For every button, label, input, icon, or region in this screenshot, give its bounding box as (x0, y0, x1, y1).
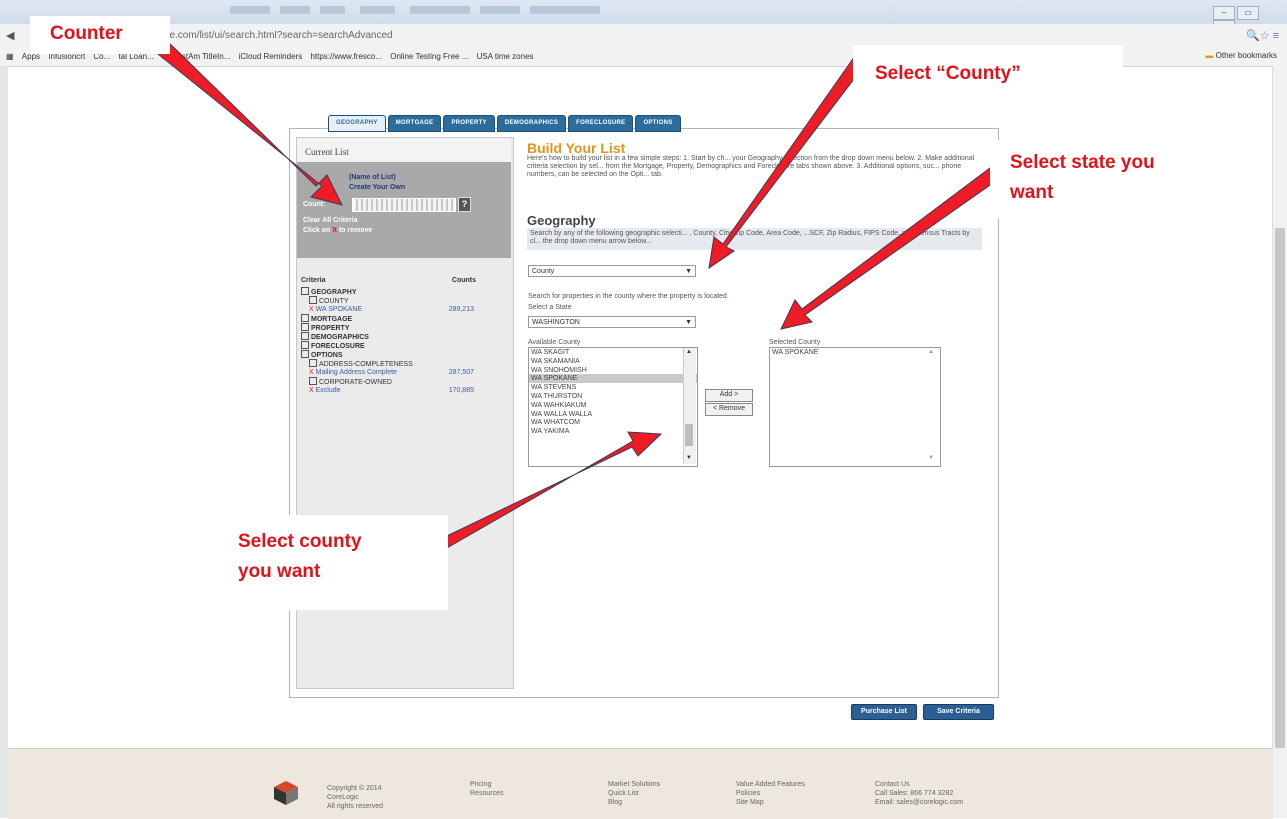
annotation-select-county-list: Select county you want (222, 515, 448, 610)
arrow-counter (152, 37, 343, 206)
arrow-county-type (708, 52, 868, 270)
annotation-counter: Counter (30, 16, 170, 54)
arrow-county (425, 431, 663, 557)
annotation-arrows (152, 37, 1004, 557)
annotation-select-county: Select “County” (853, 45, 1123, 105)
arrow-state (780, 164, 1004, 330)
annotation-select-state: Select state you want (990, 140, 1222, 218)
